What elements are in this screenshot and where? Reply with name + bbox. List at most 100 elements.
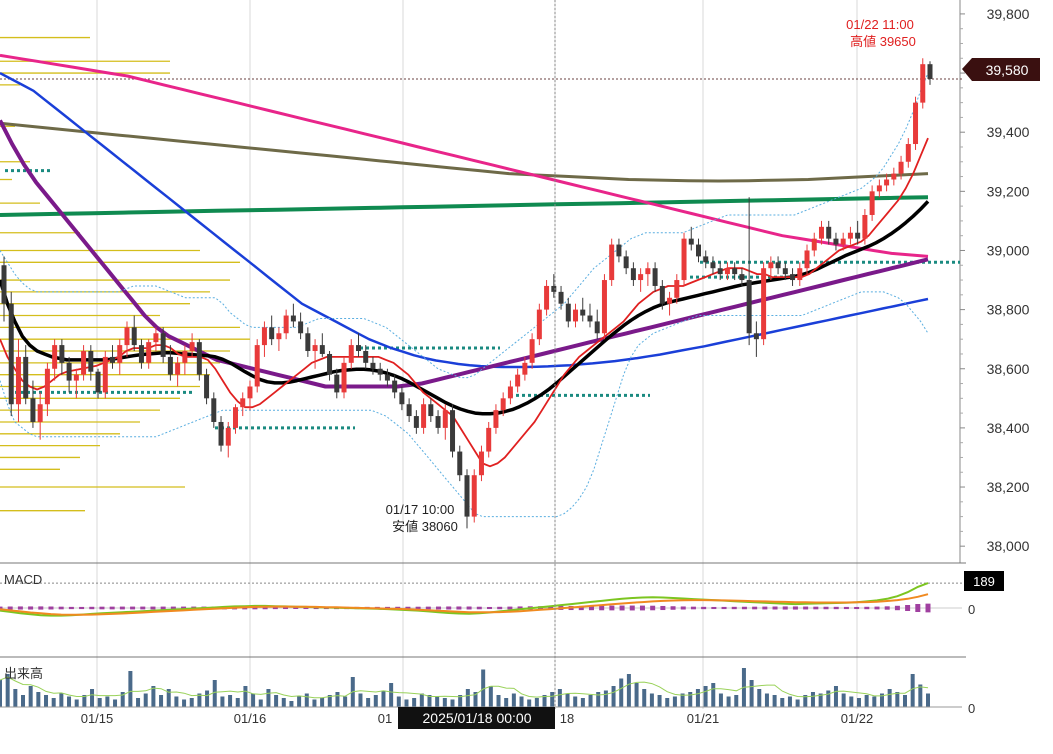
- macd-histogram-bar: [486, 606, 492, 610]
- volume-bar: [67, 696, 72, 707]
- volume-bar: [688, 692, 693, 707]
- macd-histogram-bar: [874, 606, 880, 610]
- candle-body: [196, 342, 202, 375]
- volume-bar: [557, 689, 562, 707]
- volume-bar: [442, 698, 447, 707]
- volume-bar: [780, 698, 785, 707]
- macd-histogram-bar: [915, 604, 921, 612]
- macd-histogram-bar: [772, 606, 778, 610]
- volume-bar: [297, 696, 302, 707]
- candle-body: [457, 451, 463, 476]
- level-lines: [0, 78, 962, 430]
- volume-bar: [511, 693, 516, 707]
- candle-body: [95, 371, 101, 393]
- volume-title: 出来高: [4, 666, 43, 681]
- macd-histogram-bar: [782, 606, 788, 610]
- macd-value-label: 189: [973, 574, 995, 589]
- y-tick-label: 38,800: [987, 302, 1030, 318]
- macd-title: MACD: [4, 572, 42, 587]
- volume-bar: [887, 689, 892, 707]
- crosshair-time-tag: 2025/01/18 00:00: [398, 707, 555, 729]
- macd-histogram-bar: [7, 606, 13, 610]
- candle-body: [167, 356, 173, 375]
- macd-histogram-bar: [425, 606, 431, 610]
- crosshair-time-label: 2025/01/18 00:00: [423, 710, 532, 726]
- macd-histogram-bar: [813, 606, 819, 610]
- ma-olive-line: [0, 121, 929, 183]
- volume-bar: [550, 692, 555, 707]
- macd-histogram-bar: [150, 606, 156, 610]
- volume-bar: [251, 693, 256, 707]
- macd-histogram-bar: [864, 606, 870, 610]
- candle-body: [688, 238, 694, 245]
- candle-body: [110, 356, 116, 363]
- volume-bar: [21, 695, 26, 707]
- volume-bar: [695, 689, 700, 707]
- candle-body: [790, 274, 796, 281]
- candle-body: [623, 256, 629, 269]
- y-tick-label: 38,200: [987, 479, 1030, 495]
- candle-body: [898, 161, 904, 174]
- volume-bar: [718, 693, 723, 707]
- x-tick-label: 18: [560, 711, 574, 726]
- macd-histogram-bar: [650, 605, 656, 611]
- volume-bar: [519, 696, 524, 707]
- macd-histogram-bar: [599, 605, 605, 611]
- candle-body: [81, 351, 87, 375]
- candle-body: [645, 268, 651, 275]
- volume-bar: [642, 689, 647, 707]
- candle-body: [327, 353, 333, 375]
- macd-histogram-bar: [731, 606, 737, 610]
- candle-body: [73, 374, 79, 381]
- macd-histogram-bar: [476, 606, 482, 610]
- candle-body: [696, 244, 701, 257]
- candle-body: [15, 356, 21, 405]
- volume-bar: [274, 695, 279, 707]
- macd-histogram-bar: [28, 606, 34, 610]
- candle-body: [746, 280, 752, 334]
- candle-body: [312, 345, 318, 352]
- volume-bar: [450, 699, 455, 707]
- macd-histogram-bar: [843, 606, 849, 610]
- volume-bar: [44, 695, 49, 707]
- candle-body: [204, 374, 210, 399]
- candle-body: [500, 398, 506, 411]
- volume-bar: [764, 693, 769, 707]
- candle-body: [52, 345, 58, 369]
- volume-bar: [159, 695, 164, 707]
- x-tick-label: 01/22: [841, 711, 874, 726]
- macd-histogram-bar: [803, 606, 809, 610]
- high-time-label: 01/22 11:00: [846, 17, 914, 32]
- ma-blue-line: [0, 71, 929, 369]
- y-tick-label: 39,000: [987, 242, 1030, 258]
- volume-bar: [258, 699, 263, 707]
- volume-bar: [619, 678, 624, 707]
- candle-body: [225, 427, 231, 446]
- volume-bar: [580, 698, 585, 707]
- volume-bar: [13, 689, 18, 707]
- macd-histogram-bar: [38, 606, 44, 610]
- y-axis: 39,80039,60039,40039,20039,00038,80038,6…: [960, 6, 1030, 554]
- macd-histogram-bar: [58, 606, 64, 610]
- macd-histogram-bar: [690, 606, 696, 610]
- low-time-label: 01/17 10:00: [386, 502, 455, 517]
- volume-bar: [711, 683, 716, 707]
- candle-body: [435, 416, 441, 428]
- volume-bar: [51, 698, 56, 707]
- volume-bar: [105, 696, 110, 707]
- candle-body: [797, 268, 803, 281]
- macd-histogram-bar: [670, 606, 676, 610]
- macd-histogram-bar: [884, 606, 890, 610]
- macd-zero-label: 0: [968, 602, 975, 617]
- candle-body: [1, 265, 7, 304]
- volume-bar: [312, 699, 317, 707]
- volume-bar: [527, 699, 532, 707]
- macd-histogram-bar: [619, 605, 625, 611]
- indicator-lines: [0, 53, 930, 518]
- volume-bar: [36, 692, 41, 707]
- candle-body: [233, 407, 238, 428]
- candle-body: [30, 398, 36, 422]
- high-value-label: 高値 39650: [850, 34, 916, 49]
- chart-canvas[interactable]: 39,80039,60039,40039,20039,00038,80038,6…: [0, 0, 1053, 749]
- candle-body: [283, 315, 289, 334]
